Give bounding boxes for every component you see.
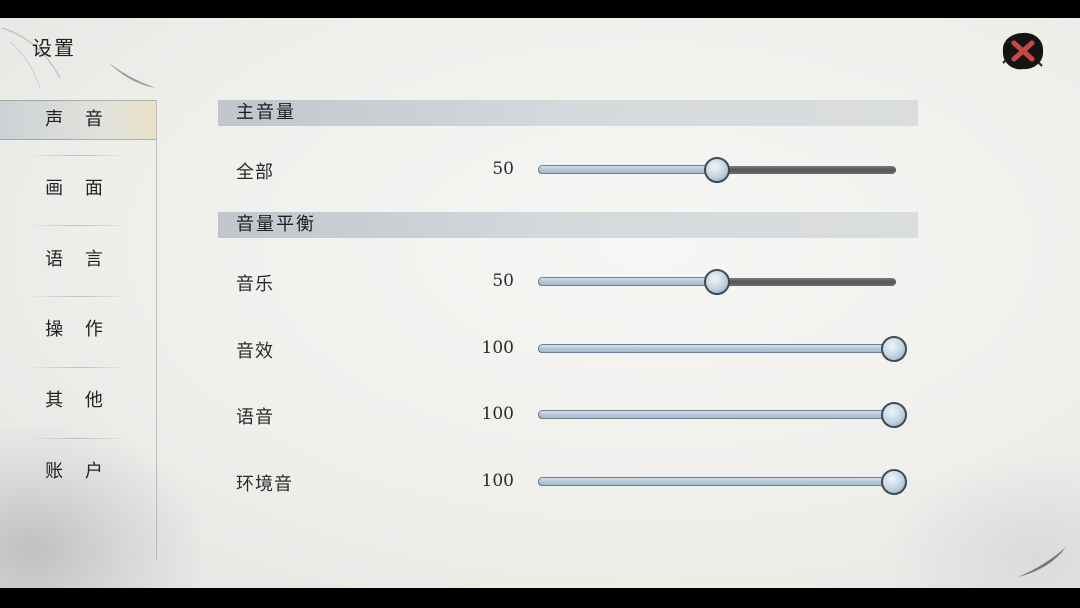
close-button[interactable] [1000,30,1046,72]
slider-knob[interactable] [704,269,730,295]
sidebar-divider [28,438,128,439]
slider-knob[interactable] [881,402,907,428]
slider-knob[interactable] [881,336,907,362]
sidebar-item-controls[interactable]: 操 作 [0,311,156,349]
settings-screen: 设置 声 音 画 面 语 言 操 作 其 他 账 户 主音量 全部 50 音量平… [0,18,1080,588]
sidebar-divider [28,367,128,368]
sidebar-item-other[interactable]: 其 他 [0,382,156,420]
slider-knob[interactable] [704,157,730,183]
setting-label-music: 音乐 [236,274,274,295]
slider-fill [538,477,896,486]
letterbox-top [0,0,1080,18]
volume-slider-all[interactable] [538,155,896,185]
bamboo-leaf-icon [1018,547,1066,577]
setting-value-ambient: 100 [481,471,514,491]
slider-fill [538,410,896,419]
settings-sidebar: 声 音 画 面 语 言 操 作 其 他 账 户 [0,100,157,560]
volume-slider-voice[interactable] [538,400,907,430]
letterbox-bottom [0,588,1080,608]
sidebar-divider [28,155,128,156]
setting-value-voice: 100 [481,404,514,424]
bamboo-leaf-icon [1,27,156,89]
slider-fill [538,165,717,174]
section-header-volume-balance: 音量平衡 [218,212,918,238]
page-title: 设置 [32,36,76,60]
sidebar-item-graphics[interactable]: 画 面 [0,170,156,208]
sidebar-item-sound[interactable]: 声 音 [0,100,156,140]
volume-slider-sfx[interactable] [538,334,907,364]
slider-fill [538,277,717,286]
sidebar-item-account[interactable]: 账 户 [0,453,156,491]
setting-value-all: 50 [492,159,514,179]
setting-label-sfx: 音效 [236,341,274,362]
setting-label-voice: 语音 [236,407,274,428]
slider-knob[interactable] [881,469,907,495]
slider-fill [538,344,896,353]
volume-slider-ambient[interactable] [538,467,907,497]
setting-value-sfx: 100 [481,338,514,358]
sidebar-divider [28,225,128,226]
setting-value-music: 50 [492,271,514,291]
setting-label-all: 全部 [236,162,274,183]
close-icon [1002,32,1044,70]
setting-label-ambient: 环境音 [236,474,293,495]
sidebar-item-language[interactable]: 语 言 [0,241,156,279]
section-header-master-volume: 主音量 [218,100,918,126]
sidebar-divider [28,296,128,297]
volume-slider-music[interactable] [538,267,896,297]
